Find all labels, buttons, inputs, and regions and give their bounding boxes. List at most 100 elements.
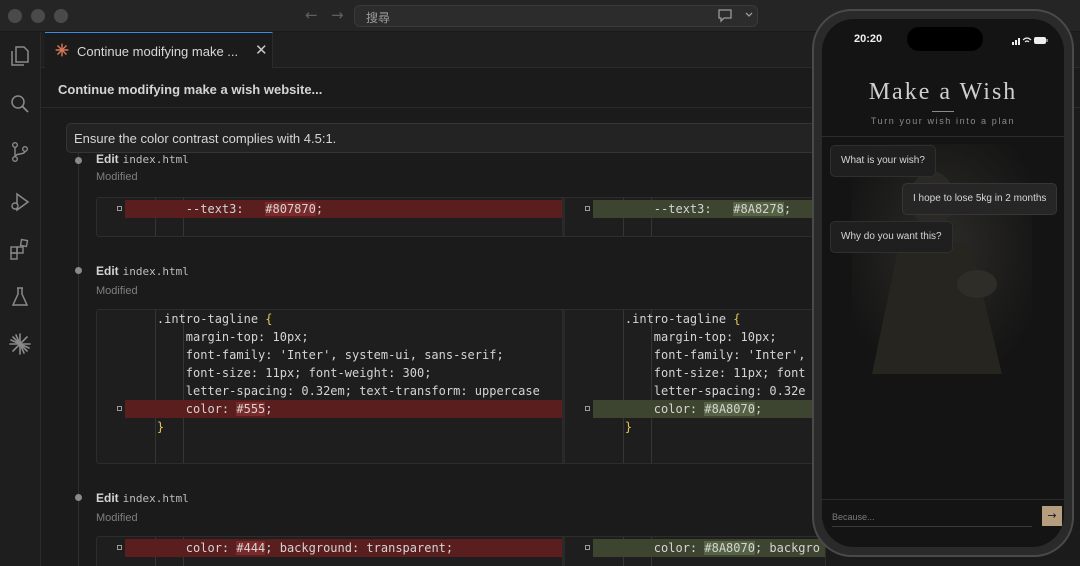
diff-marker	[585, 545, 590, 550]
code-text: font-family: 'Inter',	[596, 348, 806, 362]
back-arrow-icon[interactable]: ←	[305, 6, 318, 24]
diff-original-pane: color: #444; background: transparent;	[97, 537, 562, 566]
diff-divider[interactable]	[562, 310, 565, 463]
diff-modified-pane: .intro-tagline { margin-top: 10px; font-…	[565, 310, 825, 463]
close-icon[interactable]: ✕	[255, 41, 268, 59]
context-line: }	[565, 418, 825, 436]
app-title: Make a Wish	[868, 79, 1018, 105]
search-icon[interactable]	[8, 92, 32, 116]
added-line: color: #8A8070;	[585, 400, 825, 418]
code-text: color: #8A8070;	[596, 402, 763, 416]
edit-label: Edit	[96, 264, 119, 278]
removed-line: color: #444; background: transparent;	[117, 539, 562, 557]
edit-file[interactable]: index.html	[123, 492, 189, 505]
removed-line: --text3: #807870;	[117, 200, 562, 218]
code-text: font-size: 11px; font-weight: 300;	[128, 366, 432, 380]
code-text: }	[156, 420, 165, 434]
edit-file[interactable]: index.html	[123, 153, 189, 166]
claude-icon	[55, 43, 69, 62]
diff-modified-pane: color: #8A8070; backgro	[565, 537, 825, 566]
context-line: font-size: 11px; font	[565, 364, 825, 382]
maximize-window-button[interactable]	[54, 9, 68, 23]
woman-photo	[852, 144, 1032, 374]
code-text: .intro-tagline {	[128, 312, 273, 326]
diff-marker	[117, 206, 122, 211]
context-line: .intro-tagline {	[97, 310, 562, 328]
code-text: margin-top: 10px;	[128, 330, 309, 344]
context-line: font-size: 11px; font-weight: 300;	[97, 364, 562, 382]
files-icon[interactable]	[8, 44, 32, 68]
context-line: }	[97, 418, 562, 436]
close-window-button[interactable]	[8, 9, 22, 23]
send-button[interactable]: →	[1042, 506, 1062, 526]
context-line: margin-top: 10px;	[565, 328, 825, 346]
diff-marker	[585, 406, 590, 411]
source-control-icon[interactable]	[8, 140, 32, 164]
context-line: letter-spacing: 0.32em; text-transform: …	[97, 382, 562, 400]
tab-chat[interactable]: Continue modifying make ... ✕	[45, 32, 273, 68]
chevron-down-icon[interactable]	[744, 7, 754, 25]
edit-label: Edit	[96, 491, 119, 505]
edit-header: Edit index.html	[96, 264, 189, 278]
diff-marker	[585, 206, 590, 211]
user-prompt: Ensure the color contrast complies with …	[66, 123, 826, 153]
forward-arrow-icon[interactable]: →	[331, 6, 344, 24]
code-text: font-size: 11px; font	[596, 366, 806, 380]
bot-message: What is your wish?	[830, 145, 936, 177]
diff-modified-pane: --text3: #8A8278;	[565, 198, 825, 236]
edit-file[interactable]: index.html	[123, 265, 189, 278]
divider	[822, 499, 1064, 500]
removed-line: color: #555;	[117, 400, 562, 418]
claude-icon[interactable]	[8, 332, 32, 356]
edit-header: Edit index.html	[96, 152, 189, 166]
code-text: margin-top: 10px;	[596, 330, 777, 344]
edit-status: Modified	[96, 171, 138, 183]
page-title: Continue modifying make a wish website..…	[58, 82, 323, 97]
edit-status: Modified	[96, 285, 138, 297]
diff-original-pane: --text3: #807870;	[97, 198, 562, 236]
code-text: }	[624, 420, 633, 434]
diff-marker	[117, 545, 122, 550]
bot-message: Why do you want this?	[830, 221, 953, 253]
added-line: color: #8A8070; backgro	[585, 539, 825, 557]
divider	[932, 111, 954, 112]
timeline-dot	[75, 267, 82, 274]
context-line: margin-top: 10px;	[97, 328, 562, 346]
timeline-line	[78, 153, 79, 566]
diff-view: .intro-tagline { margin-top: 10px; font-…	[96, 309, 826, 464]
code-text: font-family: 'Inter', system-ui, sans-se…	[128, 348, 504, 362]
activity-bar	[0, 32, 41, 566]
phone-screen: 20:20 Make a Wish Turn your wish into a …	[822, 19, 1064, 547]
timeline-dot	[75, 494, 82, 501]
code-text: color: #555;	[128, 402, 273, 416]
code-text: --text3: #8A8278;	[596, 202, 792, 216]
added-line: --text3: #8A8278;	[585, 200, 825, 218]
diff-view: --text3: #807870; --text3: #8A8278;	[96, 197, 826, 237]
diff-divider[interactable]	[562, 537, 565, 566]
tab-label: Continue modifying make ...	[77, 44, 239, 59]
run-debug-icon[interactable]	[8, 190, 32, 214]
divider	[822, 136, 1064, 137]
edit-status: Modified	[96, 512, 138, 524]
context-line: font-family: 'Inter', system-ui, sans-se…	[97, 346, 562, 364]
code-text: color: #8A8070; backgro	[596, 541, 820, 555]
phone-preview: 20:20 Make a Wish Turn your wish into a …	[812, 9, 1074, 557]
app-tagline: Turn your wish into a plan	[870, 116, 1016, 126]
command-center-search[interactable]: 搜尋	[354, 5, 758, 27]
status-time: 20:20	[854, 33, 883, 45]
dynamic-island	[907, 27, 983, 51]
code-text: letter-spacing: 0.32e	[596, 384, 806, 398]
code-text: color: #444; background: transparent;	[128, 541, 454, 555]
chat-icon[interactable]	[716, 6, 734, 29]
flask-icon[interactable]	[8, 285, 32, 309]
extensions-icon[interactable]	[8, 237, 32, 261]
diff-view: color: #444; background: transparent; co…	[96, 536, 826, 566]
diff-original-pane: .intro-tagline { margin-top: 10px; font-…	[97, 310, 562, 463]
context-line: letter-spacing: 0.32e	[565, 382, 825, 400]
minimize-window-button[interactable]	[31, 9, 45, 23]
search-placeholder: 搜尋	[366, 11, 391, 25]
answer-input[interactable]: Because...	[832, 507, 1032, 527]
diff-divider[interactable]	[562, 198, 565, 236]
code-text: .intro-tagline {	[596, 312, 741, 326]
signal-wifi-battery-icon	[1012, 33, 1048, 51]
